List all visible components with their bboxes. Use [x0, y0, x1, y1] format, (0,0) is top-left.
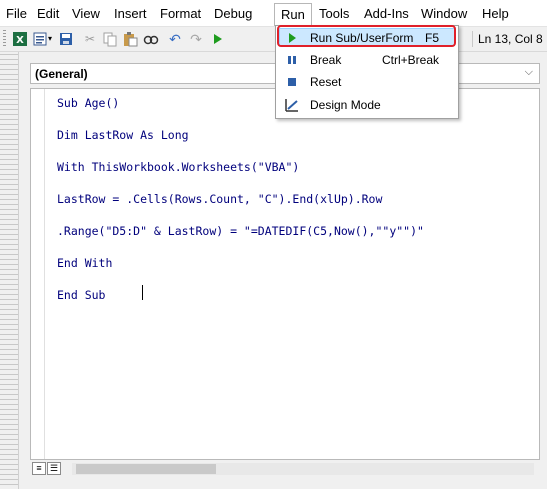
undo-icon[interactable]: ↶ [167, 31, 183, 47]
menu-debug[interactable]: Debug [213, 5, 253, 23]
cut-icon[interactable]: ✂ [82, 31, 98, 47]
code-line[interactable]: Dim LastRow As Long [57, 128, 189, 142]
full-module-view-icon[interactable]: ☰ [47, 462, 61, 475]
menu-run[interactable]: Run [274, 3, 312, 26]
code-line[interactable]: End With [57, 256, 112, 270]
menu-file[interactable]: File [5, 5, 28, 23]
run-icon [285, 31, 299, 45]
menu-edit[interactable]: Edit [36, 5, 60, 23]
chevron-down-icon[interactable]: ⌵ [525, 66, 533, 79]
code-editor[interactable]: Sub Age() Dim LastRow As Long With ThisW… [30, 88, 540, 460]
menu-addins[interactable]: Add-Ins [363, 5, 410, 23]
run-icon[interactable] [209, 31, 225, 47]
menu-window[interactable]: Window [420, 5, 468, 23]
menu-item-run-sub-userform[interactable]: Run Sub/UserForm F5 [278, 27, 456, 49]
redo-icon[interactable]: ↷ [188, 31, 204, 47]
scrollbar-thumb[interactable] [76, 464, 216, 474]
menu-format[interactable]: Format [159, 5, 202, 23]
horizontal-scrollbar[interactable] [72, 463, 534, 475]
menu-tools[interactable]: Tools [318, 5, 350, 23]
menu-item-design-mode[interactable]: Design Mode [278, 94, 456, 116]
find-icon[interactable] [143, 31, 159, 47]
menu-item-shortcut: F5 [425, 31, 440, 45]
toolbar-grip[interactable] [3, 30, 6, 48]
menu-item-reset[interactable]: Reset [278, 71, 456, 93]
break-icon [285, 53, 299, 67]
code-line[interactable]: Sub Age() [57, 96, 119, 110]
menu-item-label: Reset [310, 75, 342, 89]
menu-item-label: Run Sub/UserForm [310, 31, 414, 45]
cursor-position: Ln 13, Col 8 [472, 31, 543, 47]
menu-insert[interactable]: Insert [113, 5, 148, 23]
menu-item-shortcut: Ctrl+Break [382, 53, 440, 67]
save-icon[interactable] [58, 31, 74, 47]
code-window-footer: ≡ ☰ [30, 460, 540, 478]
run-menu-dropdown: Run Sub/UserForm F5 Break Ctrl+Break Res… [275, 25, 459, 119]
paste-icon[interactable] [122, 31, 138, 47]
menu-view[interactable]: View [71, 5, 101, 23]
menu-bar: File Edit View Insert Format Debug Run T… [0, 0, 547, 27]
code-line[interactable]: .Range("D5:D" & LastRow) = "=DATEDIF(C5,… [57, 224, 424, 238]
reset-icon [285, 75, 299, 89]
standard-toolbar: X ▾ ✂ ↶ ↷ Ln 13, Col 8 [0, 27, 547, 52]
chevron-down-icon[interactable]: ▾ [46, 31, 54, 47]
svg-text:X: X [16, 35, 24, 46]
menu-item-break[interactable]: Break Ctrl+Break [278, 49, 456, 71]
menu-item-label: Design Mode [310, 98, 381, 112]
menu-item-label: Break [310, 53, 342, 67]
margin-indicator-bar[interactable] [31, 89, 45, 459]
view-excel-icon[interactable]: X [12, 31, 28, 47]
procedure-view-icon[interactable]: ≡ [32, 462, 46, 475]
code-line[interactable]: End Sub [57, 288, 105, 302]
design-mode-icon [285, 98, 299, 112]
code-line[interactable]: With ThisWorkbook.Worksheets("VBA") [57, 160, 299, 174]
object-combo-value: (General) [35, 67, 88, 81]
pane-splitter[interactable] [0, 52, 18, 489]
copy-icon[interactable] [102, 31, 118, 47]
text-caret [142, 285, 143, 300]
menu-help[interactable]: Help [481, 5, 510, 23]
code-line[interactable]: LastRow = .Cells(Rows.Count, "C").End(xl… [57, 192, 382, 206]
